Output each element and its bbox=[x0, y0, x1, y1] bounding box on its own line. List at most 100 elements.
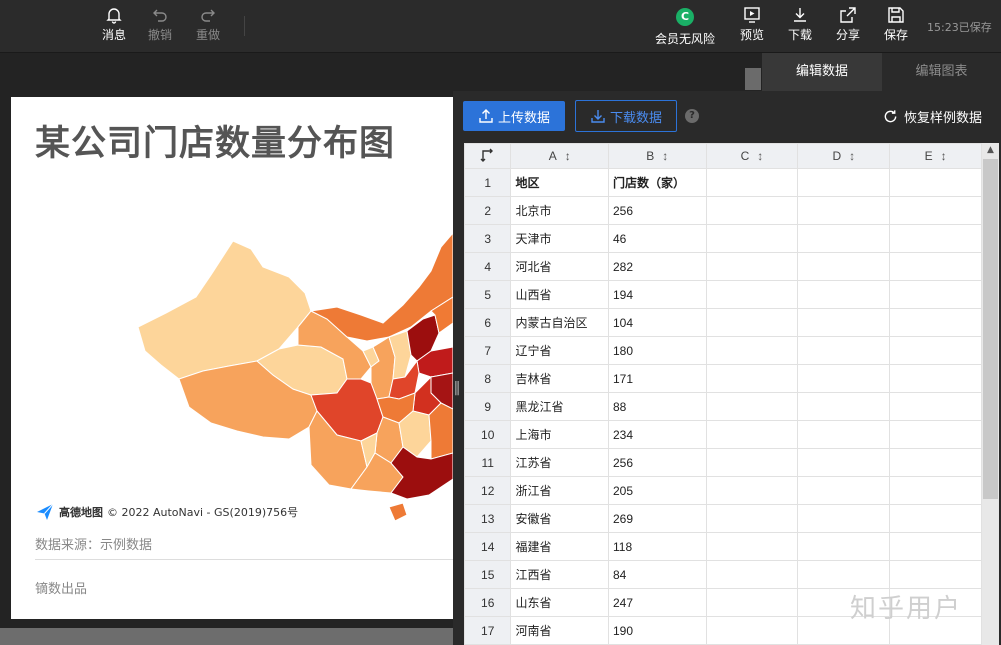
tab-edit-data[interactable]: 编辑数据 bbox=[762, 53, 882, 91]
table-cell[interactable]: 河南省 bbox=[510, 616, 609, 645]
row-number[interactable]: 9 bbox=[464, 392, 512, 421]
table-cell[interactable] bbox=[889, 448, 982, 477]
row-number[interactable]: 1 bbox=[464, 168, 512, 197]
table-cell[interactable]: 180 bbox=[608, 336, 707, 365]
table-cell[interactable] bbox=[705, 196, 799, 225]
table-cell[interactable] bbox=[797, 420, 891, 449]
table-cell[interactable] bbox=[705, 532, 799, 561]
table-cell[interactable] bbox=[705, 448, 799, 477]
table-cell[interactable]: 天津市 bbox=[510, 224, 609, 253]
undo-button[interactable]: 撤销 bbox=[138, 4, 182, 48]
table-cell[interactable] bbox=[889, 560, 982, 589]
column-header-a[interactable]: A ↕ bbox=[510, 143, 609, 169]
sort-icon[interactable]: ↕ bbox=[849, 149, 855, 163]
table-cell[interactable] bbox=[889, 420, 982, 449]
row-number[interactable]: 14 bbox=[464, 532, 512, 561]
table-cell[interactable] bbox=[797, 560, 891, 589]
row-number[interactable]: 11 bbox=[464, 448, 512, 477]
table-cell[interactable]: 江苏省 bbox=[510, 448, 609, 477]
row-number[interactable]: 7 bbox=[464, 336, 512, 365]
table-cell[interactable]: 247 bbox=[608, 588, 707, 617]
row-number[interactable]: 4 bbox=[464, 252, 512, 281]
table-cell[interactable] bbox=[705, 504, 799, 533]
spreadsheet[interactable]: A ↕ B ↕ C ↕ D ↕ E ↕ 1 地区 门店数（家） 2 北京市 256 3 天津市 46 4 河北… bbox=[464, 143, 982, 645]
table-cell[interactable]: 上海市 bbox=[510, 420, 609, 449]
member-button[interactable]: C 会员无风险 bbox=[652, 4, 718, 48]
table-cell[interactable] bbox=[797, 168, 891, 197]
row-number[interactable]: 13 bbox=[464, 504, 512, 533]
table-cell[interactable]: 吉林省 bbox=[510, 364, 609, 393]
save-button[interactable]: 保存 bbox=[874, 4, 918, 48]
table-cell[interactable] bbox=[797, 364, 891, 393]
column-header-c[interactable]: C ↕ bbox=[705, 143, 799, 169]
table-cell[interactable] bbox=[705, 168, 799, 197]
download-data-button[interactable]: 下载数据 bbox=[575, 100, 677, 132]
table-cell[interactable]: 安徽省 bbox=[510, 504, 609, 533]
map-region-fujian[interactable] bbox=[428, 402, 453, 460]
table-cell[interactable]: 浙江省 bbox=[510, 476, 609, 505]
table-cell[interactable] bbox=[889, 336, 982, 365]
row-number[interactable]: 15 bbox=[464, 560, 512, 589]
table-cell[interactable]: 84 bbox=[608, 560, 707, 589]
table-cell[interactable]: 256 bbox=[608, 196, 707, 225]
table-cell[interactable] bbox=[797, 392, 891, 421]
table-cell[interactable] bbox=[889, 308, 982, 337]
table-cell[interactable]: 194 bbox=[608, 280, 707, 309]
table-cell[interactable] bbox=[797, 532, 891, 561]
table-cell[interactable]: 282 bbox=[608, 252, 707, 281]
table-cell[interactable] bbox=[797, 476, 891, 505]
table-cell[interactable]: 234 bbox=[608, 420, 707, 449]
row-number[interactable]: 12 bbox=[464, 476, 512, 505]
table-cell[interactable]: 河北省 bbox=[510, 252, 609, 281]
table-cell[interactable] bbox=[797, 196, 891, 225]
sort-icon[interactable]: ↕ bbox=[565, 149, 571, 163]
table-cell[interactable]: 内蒙古自治区 bbox=[510, 308, 609, 337]
upload-data-button[interactable]: 上传数据 bbox=[463, 101, 565, 131]
table-cell[interactable] bbox=[705, 280, 799, 309]
table-cell[interactable]: 256 bbox=[608, 448, 707, 477]
table-cell[interactable]: 门店数（家） bbox=[608, 168, 707, 197]
table-cell[interactable] bbox=[889, 280, 982, 309]
table-cell[interactable] bbox=[889, 224, 982, 253]
row-number[interactable]: 3 bbox=[464, 224, 512, 253]
table-cell[interactable] bbox=[889, 392, 982, 421]
help-icon[interactable]: ? bbox=[685, 109, 699, 123]
table-cell[interactable]: 118 bbox=[608, 532, 707, 561]
panel-resize-handle[interactable]: ‖ bbox=[453, 377, 461, 399]
table-cell[interactable] bbox=[889, 168, 982, 197]
table-cell[interactable]: 黑龙江省 bbox=[510, 392, 609, 421]
row-number[interactable]: 6 bbox=[464, 308, 512, 337]
table-cell[interactable] bbox=[705, 392, 799, 421]
table-cell[interactable] bbox=[797, 336, 891, 365]
column-header-d[interactable]: D ↕ bbox=[797, 143, 891, 169]
data-source-note[interactable]: 数据来源：示例数据 bbox=[35, 534, 152, 553]
table-cell[interactable]: 江西省 bbox=[510, 560, 609, 589]
table-cell[interactable] bbox=[705, 616, 799, 645]
table-cell[interactable] bbox=[705, 308, 799, 337]
chart-title[interactable]: 某公司门店数量分布图 bbox=[35, 115, 395, 166]
table-cell[interactable]: 88 bbox=[608, 392, 707, 421]
table-cell[interactable] bbox=[797, 224, 891, 253]
table-cell[interactable] bbox=[889, 504, 982, 533]
table-cell[interactable]: 山西省 bbox=[510, 280, 609, 309]
preview-button[interactable]: 预览 bbox=[730, 4, 774, 48]
download-button[interactable]: 下载 bbox=[778, 4, 822, 48]
table-cell[interactable]: 辽宁省 bbox=[510, 336, 609, 365]
sort-icon[interactable]: ↕ bbox=[941, 149, 947, 163]
table-cell[interactable]: 福建省 bbox=[510, 532, 609, 561]
column-header-b[interactable]: B ↕ bbox=[608, 143, 707, 169]
table-cell[interactable] bbox=[889, 364, 982, 393]
row-number[interactable]: 17 bbox=[464, 616, 512, 645]
table-cell[interactable] bbox=[705, 560, 799, 589]
table-cell[interactable] bbox=[797, 308, 891, 337]
table-cell[interactable]: 171 bbox=[608, 364, 707, 393]
transpose-button[interactable] bbox=[464, 143, 512, 169]
vertical-scrollbar[interactable]: ▲ bbox=[982, 143, 999, 645]
table-cell[interactable] bbox=[889, 532, 982, 561]
row-number[interactable]: 10 bbox=[464, 420, 512, 449]
scrollbar-thumb[interactable] bbox=[745, 68, 761, 90]
table-cell[interactable] bbox=[705, 336, 799, 365]
scroll-up-icon[interactable]: ▲ bbox=[982, 143, 999, 157]
table-cell[interactable]: 269 bbox=[608, 504, 707, 533]
column-header-e[interactable]: E ↕ bbox=[889, 143, 982, 169]
